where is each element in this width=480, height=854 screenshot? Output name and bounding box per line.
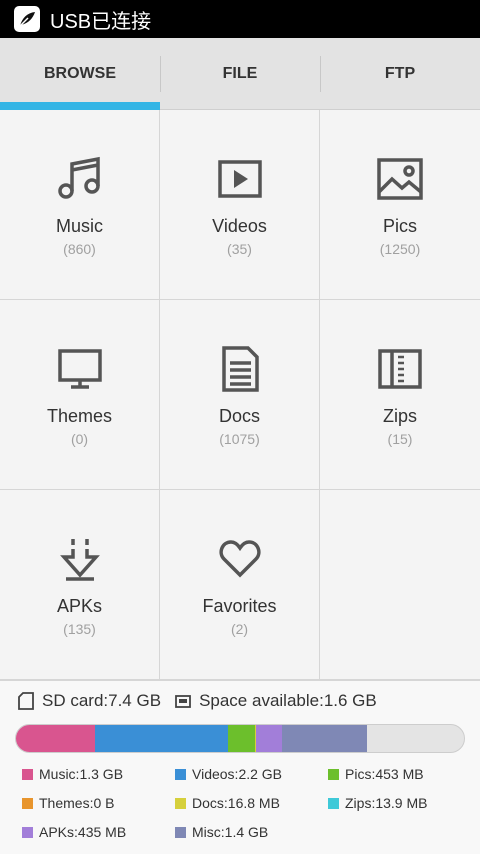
status-text: USB已连接 — [50, 10, 152, 33]
legend-label: Videos:2.2 GB — [192, 766, 283, 782]
category-label: Themes — [46, 406, 113, 426]
category-pics[interactable]: Pics (1250) — [320, 110, 480, 300]
category-count: (0) — [70, 431, 89, 447]
video-play-icon — [215, 154, 265, 204]
category-count: (15) — [387, 431, 413, 447]
legend-label: Music:1.3 GB — [39, 766, 124, 782]
legend-label: Misc:1.4 GB — [192, 824, 269, 840]
storage-info: SD card:7.4 GB Space available:1.6 GB — [18, 691, 377, 711]
legend-swatch — [328, 797, 339, 809]
legend-label: Zips:13.9 MB — [345, 795, 428, 811]
apk-download-icon — [55, 534, 105, 584]
usage-segment-pics — [227, 725, 255, 752]
legend-docs: Docs:16.8 MB — [175, 794, 328, 812]
empty-cell — [320, 490, 480, 680]
tab-file[interactable]: FILE — [160, 38, 320, 109]
legend-swatch — [175, 826, 186, 838]
storage-usage-bar — [15, 724, 465, 753]
usage-segment-misc — [282, 725, 367, 752]
tab-ftp[interactable]: FTP — [320, 38, 480, 109]
category-music[interactable]: Music (860) — [0, 110, 160, 300]
legend-themes: Themes:0 B — [22, 794, 175, 812]
legend-apks: APKs:435 MB — [22, 823, 175, 841]
usage-segment-music — [16, 725, 95, 752]
category-count: (135) — [63, 621, 96, 637]
category-count: (35) — [227, 241, 252, 257]
sd-card-icon — [18, 692, 34, 710]
legend-swatch — [175, 797, 186, 809]
category-count: (1250) — [379, 241, 421, 257]
space-available-group: Space available:1.6 GB — [175, 691, 377, 711]
tab-bar: BROWSE FILE FTP — [0, 38, 480, 110]
category-count: (1075) — [219, 431, 260, 447]
category-label: Music — [55, 216, 103, 236]
category-count: (2) — [230, 621, 249, 637]
heart-icon — [215, 534, 265, 584]
category-zips[interactable]: Zips (15) — [320, 300, 480, 490]
legend-music: Music:1.3 GB — [22, 765, 175, 783]
app-leaf-icon — [14, 6, 40, 32]
legend-swatch — [22, 826, 33, 838]
category-docs[interactable]: Docs (1075) — [160, 300, 320, 490]
category-label: Zips — [382, 406, 417, 426]
legend-label: Docs:16.8 MB — [192, 795, 280, 811]
category-label: Videos — [212, 216, 267, 236]
legend-swatch — [22, 768, 33, 780]
sd-card-size: SD card:7.4 GB — [42, 691, 162, 710]
legend-swatch — [22, 797, 33, 809]
status-bar: USB已连接 — [0, 0, 480, 38]
storage-chip-icon — [175, 693, 191, 709]
legend-pics: Pics:453 MB — [328, 765, 478, 783]
category-themes[interactable]: Themes (0) — [0, 300, 160, 490]
tab-browse[interactable]: BROWSE — [0, 38, 160, 110]
category-favorites[interactable]: Favorites (2) — [160, 490, 320, 680]
legend-videos: Videos:2.2 GB — [175, 765, 328, 783]
zip-archive-icon — [375, 344, 425, 394]
legend-misc: Misc:1.4 GB — [175, 823, 328, 841]
category-label: Pics — [382, 216, 417, 236]
legend-swatch — [328, 768, 339, 780]
music-note-icon — [55, 154, 105, 204]
category-apks[interactable]: APKs (135) — [0, 490, 160, 680]
usage-segment-videos — [94, 725, 228, 752]
space-available: Space available:1.6 GB — [199, 691, 377, 710]
document-icon — [215, 344, 265, 394]
category-label: Favorites — [202, 596, 277, 616]
legend-swatch — [175, 768, 186, 780]
storage-panel: SD card:7.4 GB Space available:1.6 GB Mu… — [0, 680, 480, 854]
storage-legend: Music:1.3 GB Videos:2.2 GB Pics:453 MB T… — [22, 765, 472, 841]
category-count: (860) — [63, 241, 96, 257]
picture-icon — [375, 154, 425, 204]
usage-segment-apks — [256, 725, 283, 752]
category-label: Docs — [218, 406, 260, 426]
category-label: APKs — [56, 596, 103, 616]
category-grid: Music (860) Videos (35) Pics (1250) Them… — [0, 110, 480, 680]
legend-label: Pics:453 MB — [345, 766, 424, 782]
legend-zips: Zips:13.9 MB — [328, 794, 478, 812]
monitor-icon — [55, 344, 105, 394]
legend-label: Themes:0 B — [39, 795, 115, 811]
category-videos[interactable]: Videos (35) — [160, 110, 320, 300]
legend-label: APKs:435 MB — [39, 824, 127, 840]
